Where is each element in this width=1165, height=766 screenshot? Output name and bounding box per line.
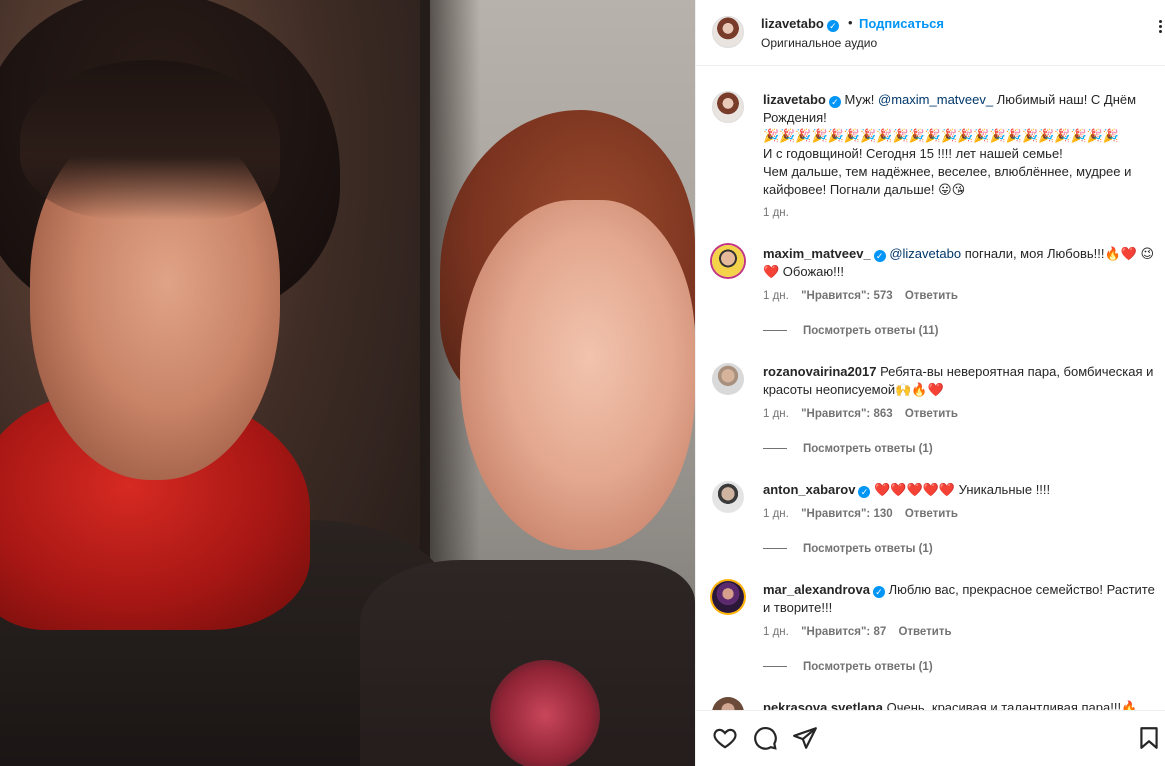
replies-divider — [763, 666, 787, 668]
post-header: lizavetabo ✓ • Подписаться Оригинальное а… — [696, 0, 1165, 66]
comment-likes[interactable]: "Нравится": 87 — [801, 626, 886, 638]
replies-divider — [763, 330, 787, 332]
comment-text: pekrasova.svetlana Очень, красивая и тал… — [763, 699, 1158, 710]
comment-author[interactable]: maxim_matveev_ — [763, 246, 871, 261]
avatar[interactable] — [712, 16, 744, 48]
comment-icon[interactable] — [752, 725, 778, 751]
comment-likes[interactable]: "Нравится": 863 — [801, 408, 893, 420]
caption-mention[interactable]: @maxim_matveev_ — [878, 92, 993, 107]
comment-author[interactable]: rozanovairina2017 — [763, 364, 876, 379]
heart-icon[interactable] — [712, 725, 738, 751]
view-replies-button[interactable]: Посмотреть ответы (11) — [763, 325, 938, 337]
view-replies-button[interactable]: Посмотреть ответы (1) — [763, 443, 933, 455]
separator-dot: • — [848, 15, 853, 30]
caption-meta: 1 дн. — [763, 207, 798, 219]
comment-text: mar_alexandrova ✓ Люблю вас, прекрасное с… — [763, 581, 1158, 617]
comment-time[interactable]: 1 дн. — [763, 408, 789, 420]
view-replies-button[interactable]: Посмотреть ответы (1) — [763, 543, 933, 555]
audio-label[interactable]: Оригинальное аудио — [761, 36, 877, 50]
view-replies-label[interactable]: Посмотреть ответы (1) — [803, 443, 933, 455]
verified-icon: ✓ — [873, 250, 886, 262]
caption-line4: Чем дальше, тем надёжнее, веселее, влюбл… — [763, 164, 1132, 197]
photo-woman-flower — [490, 660, 600, 766]
post-actions — [696, 710, 1165, 766]
replies-divider — [763, 448, 787, 450]
paper-plane-icon[interactable] — [792, 725, 818, 751]
verified-icon: ✓ — [828, 96, 841, 108]
reply-button[interactable]: Ответить — [905, 508, 958, 520]
comment-mention[interactable]: @lizavetabo — [889, 246, 961, 261]
more-options-icon[interactable] — [1154, 18, 1165, 38]
comment-text: rozanovairina2017 Ребята-вы невероятная … — [763, 363, 1158, 399]
comment-likes[interactable]: "Нравится": 130 — [801, 508, 893, 520]
photo-woman-face — [460, 200, 695, 550]
caption-time[interactable]: 1 дн. — [763, 207, 789, 219]
comment-author[interactable]: mar_alexandrova — [763, 582, 870, 597]
photo-man-fringe — [20, 60, 280, 220]
verified-icon: ✓ — [826, 20, 839, 32]
comment-meta: 1 дн. "Нравится": 130 Ответить — [763, 508, 967, 520]
comments-scroll[interactable]: lizavetabo ✓ Муж! @maxim_matveev_ Любимый… — [696, 67, 1165, 710]
follow-button[interactable]: Подписаться — [859, 16, 944, 31]
caption-line1-start: Муж! — [844, 92, 879, 107]
comment-time[interactable]: 1 дн. — [763, 508, 789, 520]
avatar[interactable] — [712, 245, 744, 277]
comment-text: maxim_matveev_ ✓ @lizavetabo погнали, моя… — [763, 245, 1158, 281]
post-author[interactable]: lizavetabo ✓ — [761, 16, 839, 32]
view-replies-label[interactable]: Посмотреть ответы (1) — [803, 661, 933, 673]
comment-meta: 1 дн. "Нравится": 863 Ответить — [763, 408, 967, 420]
comment-body: ❤️❤️❤️❤️❤️ Уникальные !!!! — [874, 482, 1051, 497]
avatar[interactable] — [712, 697, 744, 710]
view-replies-label[interactable]: Посмотреть ответы (11) — [803, 325, 938, 337]
comment-time[interactable]: 1 дн. — [763, 626, 789, 638]
avatar[interactable] — [712, 481, 744, 513]
replies-divider — [763, 548, 787, 550]
caption-author[interactable]: lizavetabo — [763, 92, 826, 107]
comment-text: anton_xabarov ✓ ❤️❤️❤️❤️❤️ Уникальные !!!… — [763, 481, 1158, 499]
post-side-panel: lizavetabo ✓ • Подписаться Оригинальное а… — [695, 0, 1165, 766]
reply-button[interactable]: Ответить — [905, 408, 958, 420]
verified-icon: ✓ — [872, 586, 885, 598]
comment-author[interactable]: anton_xabarov — [763, 482, 855, 497]
caption-line3: И с годовщиной! Сегодня 15 !!!! лет наше… — [763, 146, 1063, 161]
comment-author[interactable]: pekrasova.svetlana — [763, 700, 883, 710]
verified-icon: ✓ — [858, 486, 871, 498]
comment-meta: 1 дн. "Нравится": 87 Ответить — [763, 626, 961, 638]
view-replies-button[interactable]: Посмотреть ответы (1) — [763, 661, 933, 673]
comment-likes[interactable]: "Нравится": 573 — [801, 290, 893, 302]
avatar[interactable] — [712, 91, 744, 123]
post-author-name[interactable]: lizavetabo — [761, 16, 824, 31]
avatar[interactable] — [712, 581, 744, 613]
avatar[interactable] — [712, 363, 744, 395]
caption-emoji-row: 🎉🎉🎉🎉🎉🎉🎉🎉🎉🎉🎉🎉🎉🎉🎉🎉🎉🎉🎉🎉🎉🎉 — [763, 128, 1120, 143]
post-photo[interactable] — [0, 0, 695, 766]
comment-body: Очень, красивая и талантливая пара!!!🔥 — [886, 700, 1138, 710]
reply-button[interactable]: Ответить — [898, 626, 951, 638]
comment-time[interactable]: 1 дн. — [763, 290, 789, 302]
view-replies-label[interactable]: Посмотреть ответы (1) — [803, 543, 933, 555]
comment-meta: 1 дн. "Нравится": 573 Ответить — [763, 290, 967, 302]
caption-text: lizavetabo ✓ Муж! @maxim_matveev_ Любимый… — [763, 91, 1158, 199]
bookmark-icon[interactable] — [1136, 725, 1162, 751]
reply-button[interactable]: Ответить — [905, 290, 958, 302]
